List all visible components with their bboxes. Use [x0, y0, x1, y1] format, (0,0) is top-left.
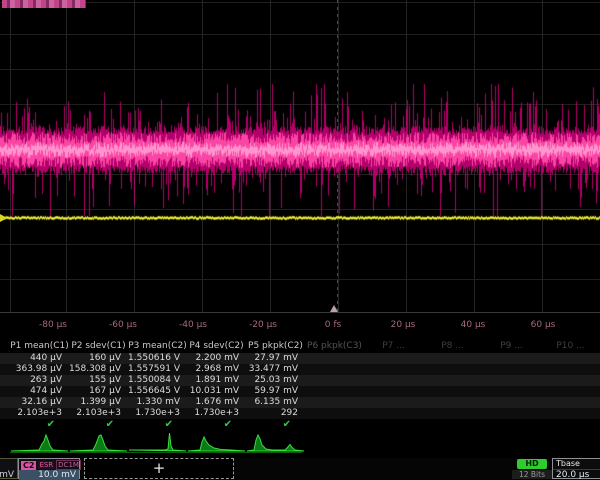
- param-header-p4[interactable]: P4 sdev(C2): [187, 341, 246, 352]
- measurement-table: P1 mean(C1)P2 sdev(C1)P3 mean(C2)P4 sdev…: [0, 340, 600, 430]
- stat-num-p4: 1.730e+3: [187, 408, 246, 419]
- c2-coupling-badge: DC1M: [56, 460, 81, 470]
- stat-sdev-p2: 1.399 µV: [69, 397, 128, 408]
- stat-sdev-p5: 6.135 mV: [246, 397, 305, 408]
- stat-num-p1: 2.103e+3: [10, 408, 69, 419]
- param-header-p1[interactable]: P1 mean(C1): [10, 341, 69, 352]
- trigger-delay-label: 0 fs: [325, 320, 341, 330]
- stat-value-p2: 160 µV: [69, 353, 128, 364]
- param-header-p10[interactable]: P10 ...: [541, 341, 600, 352]
- stat-value-p1: 440 µV: [10, 353, 69, 364]
- stat-sdev-p3: 1.330 mV: [128, 397, 187, 408]
- stat-mean-p2: 158.308 µV: [69, 364, 128, 375]
- p1-histicon[interactable]: [10, 431, 69, 458]
- stat-num-p5: 292: [246, 408, 305, 419]
- status-check-p2: ✔: [69, 419, 128, 430]
- param-header-p5[interactable]: P5 pkpk(C2): [246, 341, 305, 352]
- param-header-p9[interactable]: P9 ...: [482, 341, 541, 352]
- p2-histicon[interactable]: [69, 431, 128, 458]
- stat-min-p1: 263 µV: [10, 375, 69, 386]
- c2-trace-label-fragment: [2, 0, 86, 8]
- param-header-p2[interactable]: P2 sdev(C1): [69, 341, 128, 352]
- c2-channel-badge: C2: [21, 461, 36, 470]
- status-check-p1: ✔: [10, 419, 69, 430]
- add-trace-button[interactable]: +: [84, 458, 234, 479]
- time-tick-label: 20 µs: [391, 320, 416, 330]
- oscilloscope-screen: -100 µs -80 µs -60 µs -40 µs -20 µs 0 fs…: [0, 0, 600, 480]
- timebase-descriptor-box[interactable]: Tbase 20.0 µs: [552, 458, 600, 479]
- stat-sdev-p4: 1.676 mV: [187, 397, 246, 408]
- time-tick-label: -60 µs: [109, 320, 137, 330]
- stat-min-p3: 1.550084 V: [128, 375, 187, 386]
- p3-histicon[interactable]: [128, 431, 187, 458]
- stat-value-p5: 27.97 mV: [246, 353, 305, 364]
- stat-mean-p3: 1.557591 V: [128, 364, 187, 375]
- time-tick-label: 40 µs: [461, 320, 486, 330]
- time-tick-label: 60 µs: [531, 320, 556, 330]
- stat-sdev-p1: 32.16 µV: [10, 397, 69, 408]
- timebase-label: Tbase: [553, 459, 600, 470]
- c2-descriptor-box[interactable]: C2 ESR DC1M 10.0 mV: [18, 458, 80, 479]
- stat-mean-p1: 363.98 µV: [10, 364, 69, 375]
- stat-mean-p4: 2.968 mV: [187, 364, 246, 375]
- stat-max-p2: 167 µV: [69, 386, 128, 397]
- stat-num-p3: 1.730e+3: [128, 408, 187, 419]
- hd-mode-badge[interactable]: HD: [517, 459, 547, 469]
- c1-descriptor-box[interactable]: DC1M 10.0 mV: [0, 458, 18, 479]
- stat-max-p3: 1.556645 V: [128, 386, 187, 397]
- stat-num-p2: 2.103e+3: [69, 408, 128, 419]
- param-header-p8[interactable]: P8 ...: [423, 341, 482, 352]
- time-tick-label: -40 µs: [179, 320, 207, 330]
- stat-max-p5: 59.97 mV: [246, 386, 305, 397]
- time-axis: -100 µs -80 µs -60 µs -40 µs -20 µs 0 fs…: [0, 313, 600, 339]
- param-header-p7[interactable]: P7 ...: [364, 341, 423, 352]
- time-tick-label: -80 µs: [39, 320, 67, 330]
- stat-min-p4: 1.891 mV: [187, 375, 246, 386]
- descriptor-bar: DC1M 10.0 mV C2 ESR DC1M 10.0 mV + HD 12…: [0, 458, 600, 480]
- status-check-p4: ✔: [187, 419, 246, 430]
- stat-min-p5: 25.03 mV: [246, 375, 305, 386]
- time-tick-label: -20 µs: [249, 320, 277, 330]
- stat-min-p2: 155 µV: [69, 375, 128, 386]
- stat-max-p1: 474 µV: [10, 386, 69, 397]
- c1-vertical-scale: 10.0 mV: [0, 470, 17, 480]
- param-header-p3[interactable]: P3 mean(C2): [128, 341, 187, 352]
- stat-mean-p5: 33.477 mV: [246, 364, 305, 375]
- trigger-time-marker[interactable]: [330, 305, 338, 312]
- stat-value-p3: 1.550616 V: [128, 353, 187, 364]
- param-header-p6[interactable]: P6 pkpk(C3): [305, 341, 364, 352]
- stat-value-p4: 2.200 mV: [187, 353, 246, 364]
- c1-ground-level-marker[interactable]: [0, 214, 7, 222]
- c2-vertical-scale: 10.0 mV: [19, 470, 79, 480]
- waveform-grid[interactable]: [0, 0, 600, 313]
- status-check-p3: ✔: [128, 419, 187, 430]
- p5-histicon[interactable]: [246, 431, 305, 458]
- hd-resolution-label: 12 Bits: [512, 470, 552, 479]
- histogram-strip: [0, 431, 600, 458]
- status-check-p5: ✔: [246, 419, 305, 430]
- timebase-scale: 20.0 µs: [553, 470, 600, 480]
- stat-max-p4: 10.031 mV: [187, 386, 246, 397]
- c2-esr-badge: ESR: [38, 461, 54, 469]
- p4-histicon[interactable]: [187, 431, 246, 458]
- waveform-traces-canvas[interactable]: [0, 0, 600, 312]
